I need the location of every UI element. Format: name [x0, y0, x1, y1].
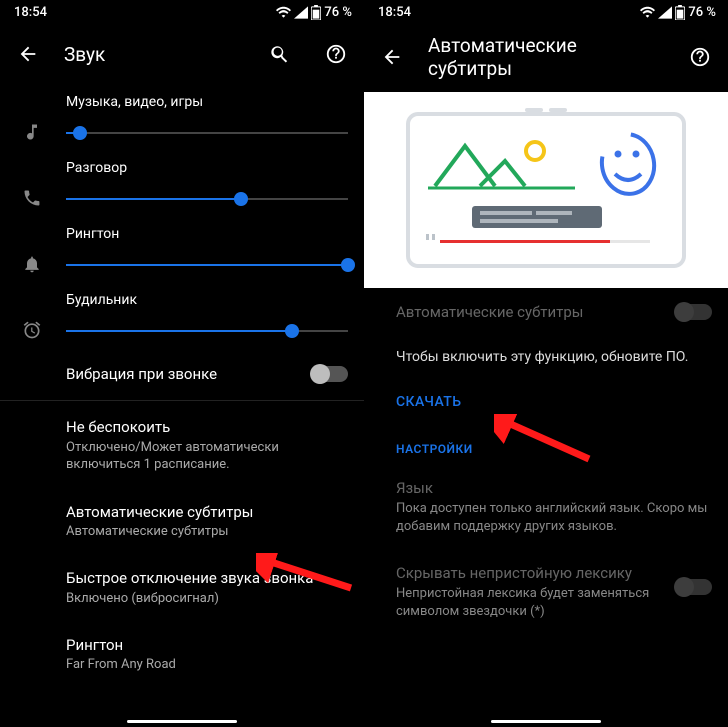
row-label: Язык	[396, 478, 712, 498]
row-label: Автоматические субтитры	[66, 502, 348, 522]
home-indicator[interactable]	[127, 720, 237, 723]
slider-track[interactable]	[66, 188, 348, 210]
row-mute-ring[interactable]: Быстрое отключение звука звонка Включено…	[0, 554, 364, 621]
row-language[interactable]: Язык Пока доступен только английский язы…	[364, 464, 728, 549]
back-button[interactable]	[372, 37, 412, 77]
signal-icon: 4	[294, 6, 308, 19]
row-label: Скрывать непристойную лексику	[396, 563, 664, 583]
help-icon	[325, 43, 347, 65]
alarm-icon	[22, 320, 42, 340]
screen-captions: 18:54 76 % Автоматические субтитры	[364, 0, 728, 727]
home-indicator[interactable]	[491, 720, 601, 723]
svg-text:4: 4	[297, 7, 301, 15]
row-sublabel: Непристойная лексика будет заменяться си…	[396, 585, 664, 620]
divider	[0, 400, 364, 401]
section-header: НАСТРОЙКИ	[364, 420, 728, 464]
clock: 18:54	[14, 5, 47, 20]
row-label: Рингтон	[66, 635, 348, 655]
slider-label: Будильник	[66, 292, 348, 308]
row-auto-captions[interactable]: Автоматические субтитры Автоматические с…	[0, 488, 364, 555]
row-label: Быстрое отключение звука звонка	[66, 568, 348, 588]
signal-icon	[658, 6, 672, 19]
music-note-icon	[22, 122, 42, 142]
status-icons: 76 %	[640, 5, 716, 20]
status-bar: 18:54 4 76 %	[0, 0, 364, 24]
status-bar: 18:54 76 %	[364, 0, 728, 24]
battery-text: 76 %	[688, 5, 716, 20]
search-button[interactable]	[260, 34, 300, 74]
slider-track[interactable]	[66, 320, 348, 342]
slider-call: Разговор	[0, 152, 364, 218]
wifi-icon	[276, 6, 291, 18]
sound-content: Музыка, видео, игры Разговор Рингтон	[0, 86, 364, 702]
slider-track[interactable]	[66, 254, 348, 276]
search-icon	[269, 43, 291, 65]
slider-alarm: Будильник	[0, 284, 364, 350]
app-bar: Звук	[0, 24, 364, 86]
row-sublabel: Отключено/Может автоматически включиться…	[66, 439, 348, 474]
battery-text: 76 %	[324, 5, 352, 20]
screen-sound: 18:54 4 76 % Звук Музыка, видео, игры	[0, 0, 364, 727]
caption-hint: Чтобы включить эту функцию, обновите ПО.	[364, 336, 728, 374]
slider-media: Музыка, видео, игры	[0, 86, 364, 152]
battery-icon	[675, 5, 685, 20]
row-label: Не беспокоить	[66, 417, 348, 437]
battery-icon	[311, 5, 321, 20]
switch-profanity[interactable]	[676, 579, 712, 595]
back-arrow-icon	[17, 43, 39, 65]
row-sublabel: Far From Any Road	[66, 656, 348, 674]
back-arrow-icon	[381, 46, 403, 68]
row-captions-toggle[interactable]: Автоматические субтитры	[364, 288, 728, 336]
clock: 18:54	[378, 5, 411, 20]
slider-track[interactable]	[66, 122, 348, 144]
page-title: Звук	[64, 43, 244, 66]
help-button[interactable]	[680, 37, 720, 77]
slider-label: Рингтон	[66, 226, 348, 242]
back-button[interactable]	[8, 34, 48, 74]
phone-icon	[22, 188, 42, 208]
bell-icon	[22, 254, 42, 274]
row-sublabel: Автоматические субтитры	[66, 523, 348, 541]
slider-label: Разговор	[66, 160, 348, 176]
help-icon	[689, 46, 711, 68]
slider-label: Музыка, видео, игры	[66, 94, 348, 110]
status-icons: 4 76 %	[276, 5, 352, 20]
row-vibrate[interactable]: Вибрация при звонке	[0, 350, 364, 398]
switch-vibrate[interactable]	[312, 366, 348, 382]
row-profanity[interactable]: Скрывать непристойную лексику Непристойн…	[364, 549, 728, 634]
switch-captions[interactable]	[676, 304, 712, 320]
caption-illustration	[364, 92, 728, 288]
row-ringtone[interactable]: Рингтон Far From Any Road	[0, 621, 364, 702]
app-bar: Автоматические субтитры	[364, 24, 728, 92]
row-sublabel: Включено (вибросигнал)	[66, 590, 348, 608]
row-dnd[interactable]: Не беспокоить Отключено/Может автоматиче…	[0, 403, 364, 487]
row-label: Вибрация при звонке	[66, 364, 300, 384]
help-button[interactable]	[316, 34, 356, 74]
wifi-icon	[640, 6, 655, 18]
row-label: Автоматические субтитры	[396, 302, 664, 322]
row-sublabel: Пока доступен только английский язык. Ск…	[396, 500, 712, 535]
download-button[interactable]: СКАЧАТЬ	[364, 374, 728, 420]
page-title: Автоматические субтитры	[428, 34, 664, 80]
slider-ring: Рингтон	[0, 218, 364, 284]
